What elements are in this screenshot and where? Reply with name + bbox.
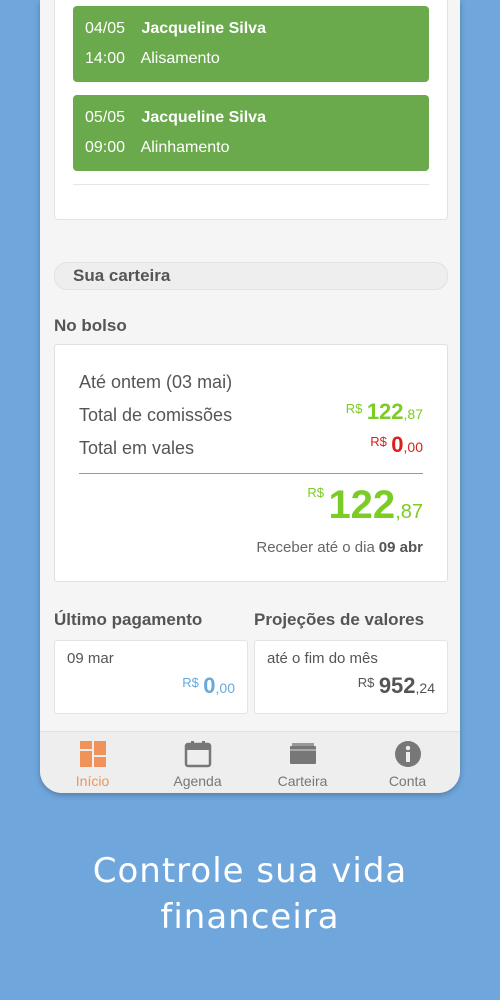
info-icon <box>395 741 421 767</box>
appointment-time: 09:00 <box>85 139 126 156</box>
last-payment-amount: R$ 0,00 <box>182 673 235 698</box>
tab-conta[interactable]: Conta <box>355 732 460 793</box>
last-payment-date: 09 mar <box>67 650 114 667</box>
wallet-summary-card: Até ontem (03 mai) Total de comissões R$… <box>54 344 448 582</box>
appointment-item[interactable]: 05/05 Jacqueline Silva 09:00 Alinhamento <box>73 95 429 171</box>
appointment-service: Alisamento <box>140 50 220 67</box>
appointment-date: 05/05 <box>85 109 126 126</box>
caption-line: Controle sua vida <box>92 851 408 891</box>
divider <box>73 184 429 185</box>
commissions-amount: R$ 122,87 <box>345 399 423 424</box>
tab-inicio[interactable]: Início <box>40 732 145 793</box>
receive-date-info: Receber até o dia 09 abr <box>256 539 423 556</box>
caption-line: financeira <box>160 897 340 937</box>
bottom-tab-bar: Início Agenda Carteira Conta <box>40 731 460 793</box>
vouchers-label: Total em vales <box>79 438 195 458</box>
vouchers-amount: R$ 0,00 <box>370 432 423 457</box>
appointment-item[interactable]: 04/05 Jacqueline Silva 14:00 Alisamento <box>73 6 429 82</box>
promo-caption: Controle sua vida financeira <box>0 848 500 940</box>
projections-title: Projeções de valores <box>254 610 425 629</box>
section-title: Sua carteira <box>73 266 171 285</box>
appointments-card: 04/05 Jacqueline Silva 14:00 Alisamento … <box>54 0 448 220</box>
projections-amount: R$ 952,24 <box>357 673 435 698</box>
appointment-time: 14:00 <box>85 50 126 67</box>
period-label: Até ontem (03 mai) <box>79 372 233 392</box>
appointment-date: 04/05 <box>85 20 126 37</box>
tab-label: Conta <box>388 773 427 789</box>
tab-label: Agenda <box>173 773 222 789</box>
wallet-section-header: Sua carteira <box>54 262 448 290</box>
total-divider <box>79 473 423 474</box>
last-payment-card[interactable]: 09 mar R$ 0,00 <box>54 640 248 714</box>
appointment-client: Jacqueline Silva <box>141 109 266 126</box>
calendar-icon <box>184 741 212 768</box>
appointment-service: Alinhamento <box>140 139 230 156</box>
wallet-icon <box>290 743 316 764</box>
tab-carteira[interactable]: Carteira <box>250 732 355 793</box>
appointment-client: Jacqueline Silva <box>141 20 266 37</box>
pocket-label: No bolso <box>54 316 127 335</box>
tab-label: Início <box>75 773 110 789</box>
projections-card[interactable]: até o fim do mês R$ 952,24 <box>254 640 448 714</box>
commissions-label: Total de comissões <box>79 405 233 425</box>
last-payment-title: Último pagamento <box>54 610 203 629</box>
total-amount: R$ 122,87 <box>307 483 423 527</box>
dashboard-icon <box>80 741 106 767</box>
tab-label: Carteira <box>277 773 328 789</box>
projections-desc: até o fim do mês <box>267 650 378 667</box>
phone-screen: 04/05 Jacqueline Silva 14:00 Alisamento … <box>40 0 460 793</box>
tab-agenda[interactable]: Agenda <box>145 732 250 793</box>
